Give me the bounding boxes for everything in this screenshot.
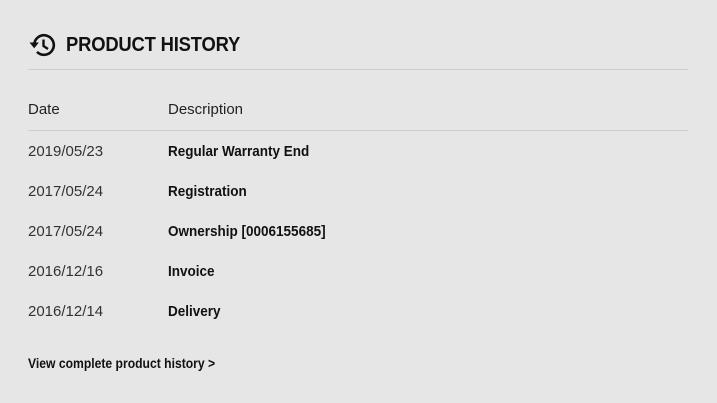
row-date: 2017/05/24 — [28, 223, 104, 240]
table-row: 2016/12/14 Delivery — [28, 303, 688, 325]
row-date: 2016/12/16 — [28, 263, 104, 280]
row-description: Ownership [0006155685] — [168, 223, 326, 240]
table-row: 2016/12/16 Invoice — [28, 263, 688, 285]
table-header-divider — [28, 130, 688, 131]
row-description: Registration — [168, 183, 247, 200]
view-complete-history-link[interactable]: View complete product history > — [28, 356, 215, 371]
page-title: PRODUCT HISTORY — [66, 33, 241, 56]
history-icon — [28, 30, 58, 60]
row-description: Invoice — [168, 263, 215, 280]
section-header: PRODUCT HISTORY — [28, 27, 255, 63]
column-header-date: Date — [28, 101, 60, 118]
row-date: 2016/12/14 — [28, 303, 104, 320]
table-row: 2019/05/23 Regular Warranty End — [28, 143, 688, 165]
row-description: Regular Warranty End — [168, 143, 310, 160]
row-description: Delivery — [168, 303, 221, 320]
table-row: 2017/05/24 Registration — [28, 183, 688, 205]
column-header-description: Description — [168, 101, 244, 118]
row-date: 2017/05/24 — [28, 183, 104, 200]
table-row: 2017/05/24 Ownership [0006155685] — [28, 223, 688, 245]
header-divider — [28, 69, 688, 70]
row-date: 2019/05/23 — [28, 143, 104, 160]
